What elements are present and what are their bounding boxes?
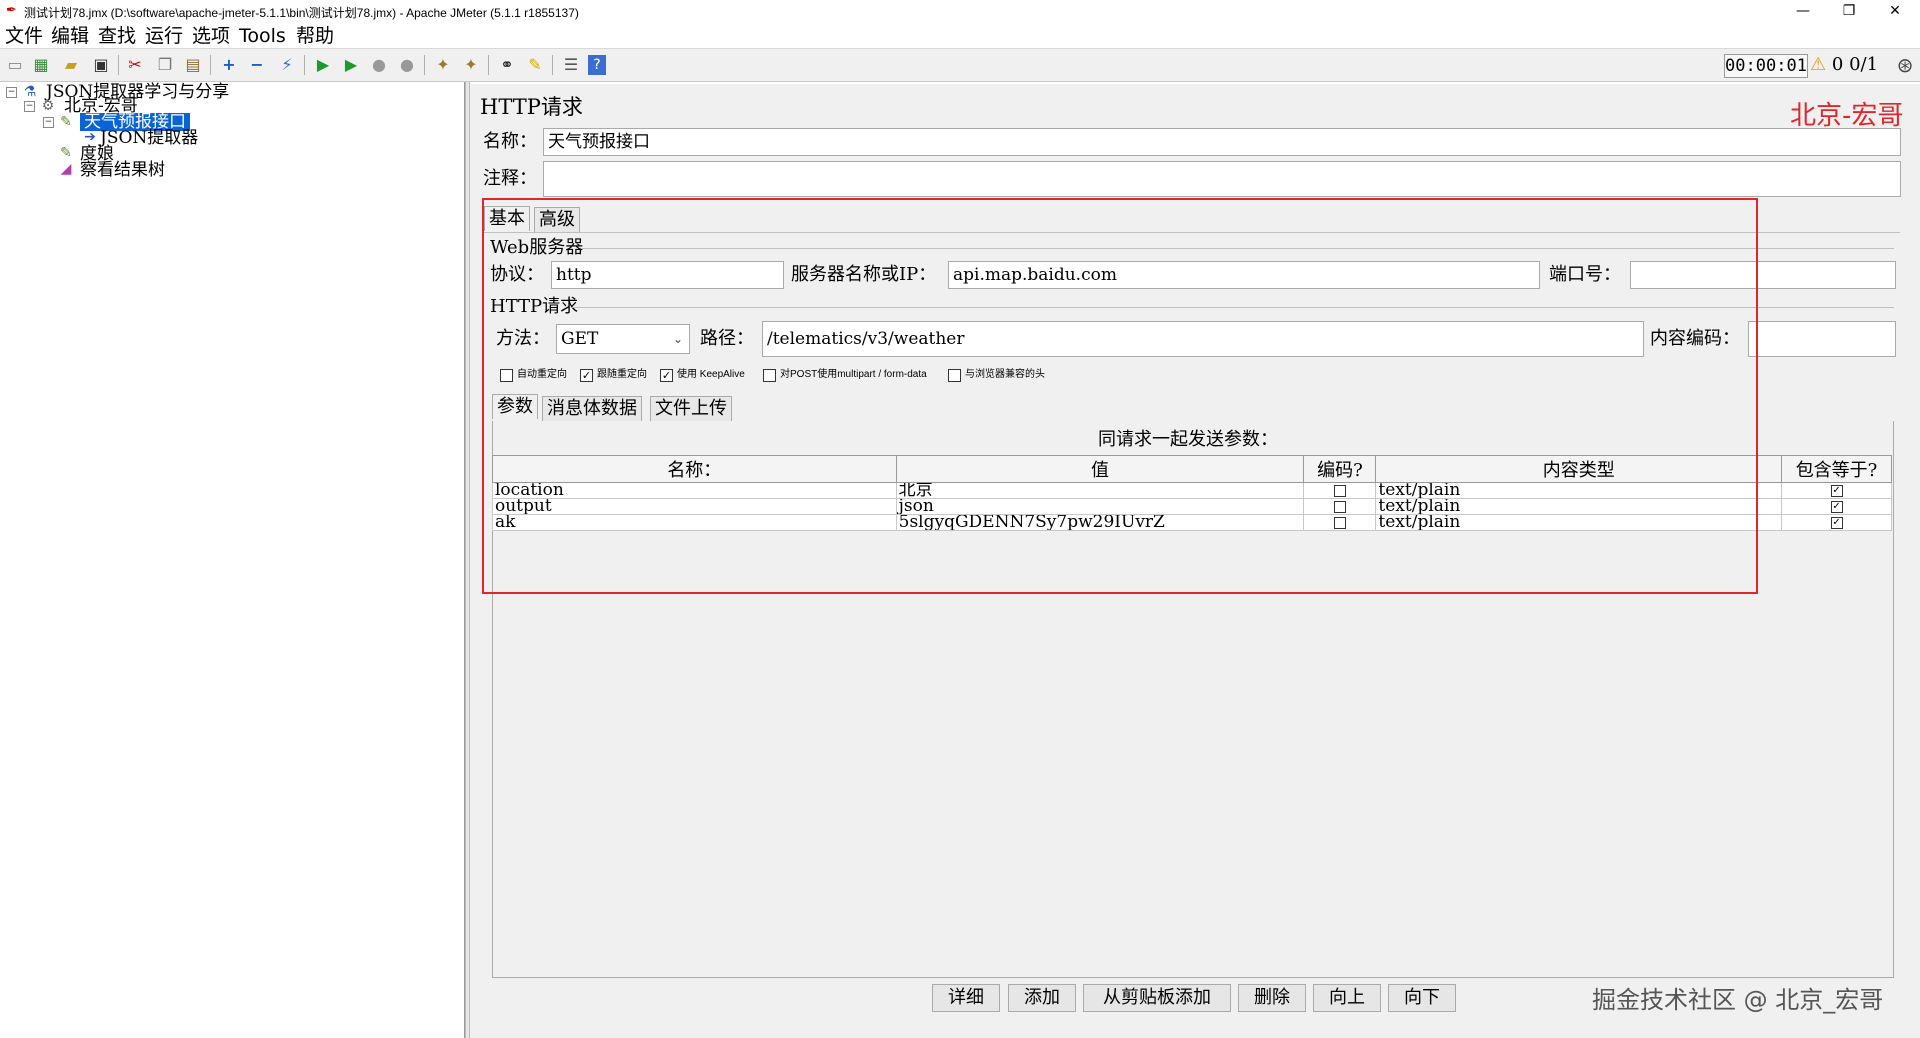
menu-options[interactable]: 选项 [192,25,230,47]
detail-button[interactable]: 详细 [932,984,1000,1012]
toolbar: ▭ ▦ ▰ ▣ ✂ ❐ ▤ + − ⚡ ▶ ▶ ● ● ✦ ✦ ⚭ ✎ ☰ ? … [0,48,1920,82]
content-encoding-field[interactable] [1748,321,1896,357]
brand-text: 北京-宏哥 [1790,101,1904,131]
minimize-button[interactable]: — [1780,0,1826,24]
stop-icon[interactable]: ● [368,54,390,76]
jmeter-feather-icon: ✒ [6,3,17,18]
open-icon[interactable]: ▰ [60,54,82,76]
add-from-clipboard-button[interactable]: 从剪贴板添加 [1083,984,1231,1012]
clear-all-icon[interactable]: ✦ [460,54,482,76]
toolbar-separator [304,55,305,75]
maximize-button[interactable]: ❐ [1826,0,1872,24]
highlight-annotation-box [482,198,1758,594]
include-equals-cell[interactable]: ✓ [1781,514,1892,531]
add-button[interactable]: 添加 [1008,984,1076,1012]
column-header-include-equals[interactable]: 包含等于? [1781,455,1892,483]
status-counts: ⚠ 0 0/1 [1810,54,1878,76]
function-helper-icon[interactable]: ☰ [560,54,582,76]
watermark: 掘金技术社区 @ 北京_宏哥 [1592,986,1884,1014]
start-icon[interactable]: ▶ [312,54,334,76]
save-icon[interactable]: ▣ [90,54,112,76]
http-sampler-icon: ✎ [60,114,72,130]
name-label: 名称： [483,131,537,152]
http-sampler-icon: ✎ [60,145,72,161]
toolbar-separator [210,55,211,75]
collapse-node-icon[interactable]: − [6,87,17,98]
toolbar-separator [488,55,489,75]
move-up-button[interactable]: 向上 [1313,984,1381,1012]
warning-icon: ⚠ [1810,54,1827,75]
test-plan-icon: ⚗ [23,84,37,100]
log-viewer-icon[interactable]: ⊛ [1894,54,1916,76]
copy-icon[interactable]: ❐ [154,54,176,76]
collapse-node-icon[interactable]: − [43,117,54,128]
toolbar-separator [424,55,425,75]
menu-search[interactable]: 查找 [98,25,136,47]
include-equals-cell[interactable]: ✓ [1781,482,1892,499]
menu-run[interactable]: 运行 [145,25,183,47]
menu-tools[interactable]: Tools [239,25,286,47]
comment-field[interactable] [543,161,1901,197]
include-equals-checkbox[interactable]: ✓ [1830,516,1843,529]
active-threads: 0/1 [1849,54,1879,75]
close-button[interactable]: ✕ [1872,0,1918,24]
include-equals-cell[interactable]: ✓ [1781,498,1892,515]
panel-title: HTTP请求 [480,95,583,119]
elapsed-timer: 00:00:01 [1724,54,1808,78]
comment-label: 注释： [483,168,537,189]
test-plan-tree: − ⚗ JSON提取器学习与分享 − ⚙ 北京-宏哥 − ✎ 天气预报接口 ➔ … [0,82,465,1038]
include-equals-checkbox[interactable]: ✓ [1830,500,1843,513]
json-extractor-icon: ➔ [84,129,96,145]
menu-bar: 文件 编辑 查找 运行 选项 Tools 帮助 [0,24,1920,48]
toolbar-separator [552,55,553,75]
search-icon[interactable]: ⚭ [496,54,518,76]
cut-icon[interactable]: ✂ [124,54,146,76]
thread-group-icon: ⚙ [41,98,55,114]
menu-edit[interactable]: 编辑 [51,25,89,47]
reset-search-icon[interactable]: ✎ [524,54,546,76]
help-icon[interactable]: ? [588,55,606,75]
toolbar-separator [118,55,119,75]
new-icon[interactable]: ▭ [4,54,26,76]
include-equals-checkbox[interactable]: ✓ [1830,484,1843,497]
shutdown-icon[interactable]: ● [396,54,418,76]
collapse-icon[interactable]: − [246,54,268,76]
menu-file[interactable]: 文件 [5,25,43,47]
collapse-node-icon[interactable]: − [24,101,35,112]
start-no-pause-icon[interactable]: ▶ [340,54,362,76]
warning-count: 0 [1831,54,1844,75]
tree-node-view-results[interactable]: 察看结果树 [80,161,165,179]
window-title: 测试计划78.jmx (D:\software\apache-jmeter-5.… [24,6,579,20]
move-down-button[interactable]: 向下 [1388,984,1456,1012]
delete-button[interactable]: 删除 [1238,984,1306,1012]
toggle-icon[interactable]: ⚡ [276,54,298,76]
expand-icon[interactable]: + [218,54,240,76]
title-bar: ✒ 测试计划78.jmx (D:\software\apache-jmeter-… [0,0,1920,24]
templates-icon[interactable]: ▦ [30,54,52,76]
menu-help[interactable]: 帮助 [296,25,334,47]
tree-node-json-extractor[interactable]: JSON提取器 [100,129,198,147]
clear-icon[interactable]: ✦ [432,54,454,76]
paste-icon[interactable]: ▤ [182,54,204,76]
name-field[interactable]: 天气预报接口 [543,128,1901,156]
listener-icon: ◢ [60,161,72,177]
